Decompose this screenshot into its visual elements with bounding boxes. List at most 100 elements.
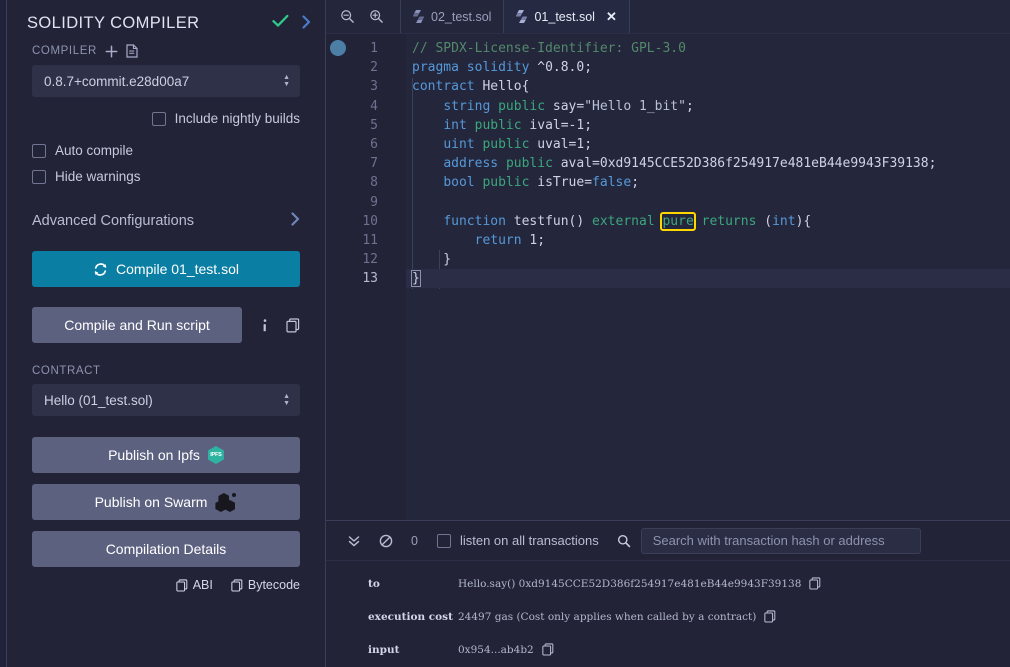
log-value-wrap: 0x954...ab4b2	[458, 643, 554, 656]
contract-select[interactable]: Hello (01_test.sol) ▲ ▼	[32, 384, 300, 416]
code-line[interactable]: address public aval=0xd9145CCE52D386f254…	[406, 154, 1010, 173]
advanced-configurations-label: Advanced Configurations	[32, 212, 195, 229]
code-line[interactable]: contract Hello{	[406, 77, 1010, 96]
code-line[interactable]: }	[406, 269, 1010, 289]
tab-bar: 02_test.sol 01_test.sol ✕	[326, 0, 1010, 34]
plus-icon[interactable]	[105, 45, 118, 58]
editor-column: 02_test.sol 01_test.sol ✕ 1 2 3 4 5 6 7 …	[325, 0, 1010, 667]
search-icon[interactable]	[617, 534, 631, 548]
code-token: ){	[795, 213, 812, 229]
code-token: bool	[443, 175, 475, 191]
tab-02-test-sol[interactable]: 02_test.sol	[401, 0, 505, 33]
auto-compile-checkbox[interactable]	[32, 143, 46, 158]
line-number-gutter[interactable]: 1 2 3 4 5 6 7 8 9 10 11 12 13	[326, 34, 406, 520]
zoom-out-icon[interactable]	[340, 9, 355, 24]
compile-and-run-script-button[interactable]: Compile and Run script	[32, 307, 242, 343]
log-key: input	[368, 643, 400, 656]
compilation-details-button[interactable]: Compilation Details	[32, 531, 300, 567]
code-token: public	[482, 136, 530, 152]
code-line[interactable]: pragma solidity ^0.8.0;	[406, 58, 1010, 77]
compile-button[interactable]: Compile 01_test.sol	[32, 251, 300, 287]
publish-on-swarm-button[interactable]: Publish on Swarm	[32, 484, 300, 520]
code-token: pragma	[412, 60, 459, 76]
auto-compile-row[interactable]: Auto compile	[32, 143, 300, 158]
compiler-version-value: 0.8.7+commit.e28d00a7	[44, 73, 190, 89]
code-token: public	[505, 156, 553, 172]
log-key: to	[368, 577, 380, 590]
code-token: external	[592, 213, 655, 229]
ban-icon[interactable]	[370, 534, 402, 548]
terminal-panel: 0 listen on all transactions to Hello.sa	[326, 520, 1010, 667]
code-token: returns	[701, 213, 757, 229]
compiler-label: COMPILER	[32, 45, 97, 57]
page-title: SOLIDITY COMPILER	[27, 13, 200, 32]
code-line[interactable]: function testfun() external pure returns…	[406, 211, 1010, 231]
line-number: 10	[362, 213, 378, 229]
code-token: ival=-1;	[521, 117, 593, 133]
code-line[interactable]: uint public uval=1;	[406, 135, 1010, 154]
include-nightly-label: Include nightly builds	[174, 111, 300, 126]
terminal-search-wrap	[617, 527, 998, 554]
code-editor[interactable]: 1 2 3 4 5 6 7 8 9 10 11 12 13 // SPDX-Li…	[326, 34, 1010, 520]
code-token: string	[443, 98, 491, 114]
code-line[interactable]: // SPDX-License-Identifier: GPL-3.0	[406, 39, 1010, 58]
tab-label: 02_test.sol	[431, 9, 492, 24]
hide-warnings-row[interactable]: Hide warnings	[32, 169, 300, 184]
ipfs-icon: IPFS	[207, 446, 224, 464]
chevrons-down-icon[interactable]	[338, 534, 370, 548]
code-token: false	[592, 175, 632, 191]
code-token: {	[521, 79, 530, 95]
artifact-links-row: ABI Bytecode	[32, 578, 300, 592]
zoom-in-icon[interactable]	[369, 9, 384, 24]
code-line[interactable]: }	[406, 250, 1010, 269]
abi-label: ABI	[192, 578, 213, 592]
panel-header: SOLIDITY COMPILER	[7, 0, 325, 44]
line-number: 6	[370, 136, 378, 152]
publish-on-ipfs-button[interactable]: Publish on Ipfs IPFS	[32, 437, 300, 473]
log-value: Hello.say() 0xd9145CCE52D386f254917e481e…	[458, 577, 802, 590]
copy-bytecode-link[interactable]: Bytecode	[231, 578, 300, 592]
tab-label: 01_test.sol	[534, 9, 595, 24]
copy-icon[interactable]	[542, 643, 554, 656]
copy-icon[interactable]	[764, 610, 776, 623]
code-token: ;	[631, 175, 640, 191]
code-line[interactable]: string public say="Hello 1_bit";	[406, 97, 1010, 116]
code-token: public	[482, 175, 530, 191]
copy-abi-link[interactable]: ABI	[176, 578, 213, 592]
panel-body: COMPILER 0.8.7+commit.e28d00a7 ▲ ▼ Includ…	[7, 44, 325, 592]
hide-warnings-checkbox[interactable]	[32, 169, 46, 184]
copy-icon[interactable]	[809, 577, 821, 590]
compile-run-label: Compile and Run script	[64, 317, 210, 333]
include-nightly-builds-row[interactable]: Include nightly builds	[32, 111, 300, 126]
code-line[interactable]: bool public isTrue=false;	[406, 173, 1010, 192]
tab-01-test-sol[interactable]: 01_test.sol ✕	[504, 0, 630, 33]
code-line[interactable]: return 1;	[406, 231, 1010, 250]
terminal-log[interactable]: to Hello.say() 0xd9145CCE52D386f254917e4…	[326, 561, 1010, 667]
icon-rail[interactable]	[0, 0, 7, 667]
compiler-version-select[interactable]: 0.8.7+commit.e28d00a7 ▲ ▼	[32, 65, 300, 97]
auto-compile-label: Auto compile	[55, 143, 134, 158]
listen-all-transactions-label: listen on all transactions	[459, 533, 599, 548]
code-token: }	[412, 252, 452, 268]
listen-all-transactions-checkbox[interactable]	[436, 533, 451, 548]
publish-swarm-label: Publish on Swarm	[94, 494, 208, 510]
code-line[interactable]	[406, 193, 1010, 212]
code-line[interactable]: int public ival=-1;	[406, 116, 1010, 135]
code-token: address	[443, 156, 499, 172]
file-icon[interactable]	[126, 44, 138, 58]
search-input[interactable]	[640, 527, 921, 554]
copy-icon[interactable]	[272, 317, 300, 333]
terminal-toolbar: 0 listen on all transactions	[326, 521, 1010, 561]
info-icon[interactable]	[242, 318, 272, 333]
chevron-right-icon[interactable]	[301, 14, 311, 32]
include-nightly-checkbox[interactable]	[151, 111, 166, 126]
line-number: 8	[370, 175, 378, 191]
advanced-configurations-row[interactable]: Advanced Configurations	[32, 208, 300, 233]
listen-all-transactions-row[interactable]: listen on all transactions	[436, 533, 599, 548]
close-icon[interactable]: ✕	[606, 9, 617, 25]
code-content[interactable]: // SPDX-License-Identifier: GPL-3.0 pragm…	[406, 34, 1010, 520]
code-token: Hello	[474, 79, 522, 95]
